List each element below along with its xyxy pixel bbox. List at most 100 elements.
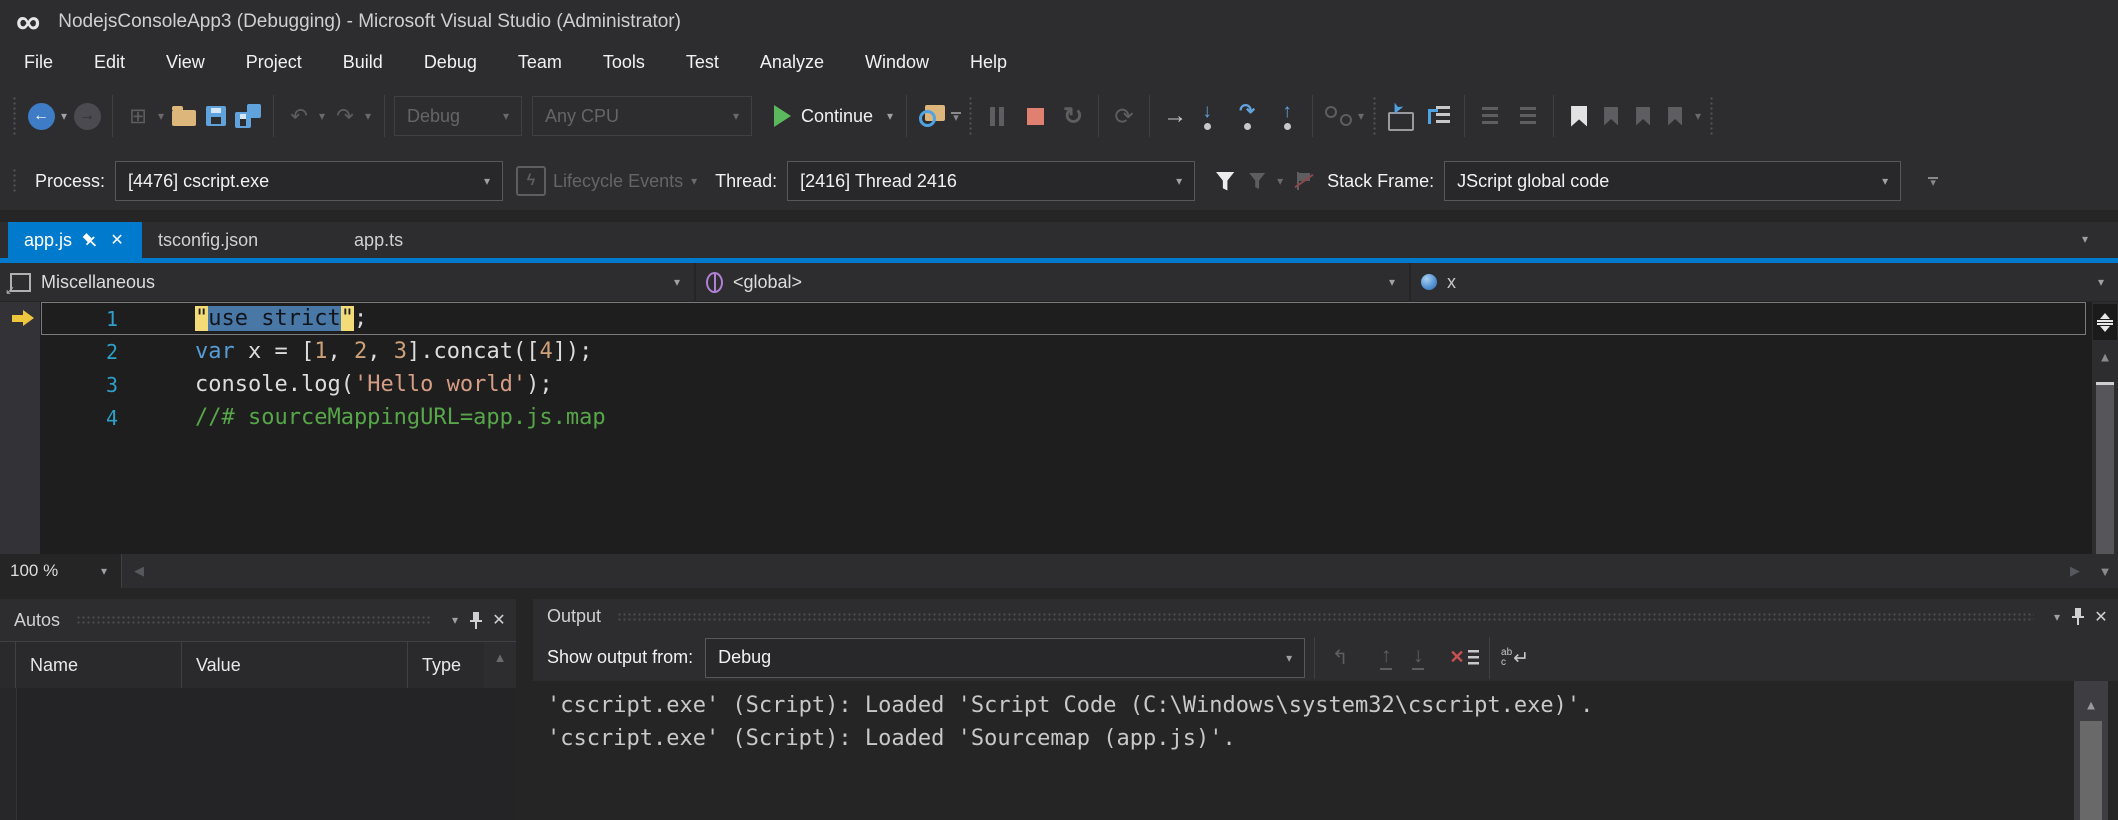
previous-bookmark-button[interactable]	[1595, 99, 1627, 133]
output-title-bar[interactable]: Output	[533, 599, 2118, 635]
undo-dropdown-icon[interactable]	[315, 109, 329, 123]
close-tab-icon[interactable]	[108, 231, 126, 249]
menu-build[interactable]: Build	[343, 52, 383, 73]
output-source-select[interactable]: Debug	[705, 637, 1306, 678]
vertical-scrollbar[interactable]: ▲	[2092, 302, 2118, 554]
tab-app-js[interactable]: app.js	[8, 222, 143, 258]
lifecycle-events-button[interactable]: Lifecycle Events	[553, 171, 683, 192]
output-scrollbar[interactable]	[2074, 681, 2108, 820]
close-panel-icon[interactable]	[2092, 608, 2110, 626]
stop-debugging-button[interactable]	[1019, 99, 1051, 133]
step-over-button[interactable]: ↷	[1231, 99, 1263, 133]
comment-lines-button[interactable]	[1512, 99, 1544, 133]
toolbar-grip[interactable]	[12, 96, 17, 136]
toolbar-overflow-button[interactable]	[948, 112, 964, 120]
thread-select[interactable]: [2416] Thread 2416	[787, 161, 1196, 201]
toolbar-grip[interactable]	[12, 168, 17, 194]
solution-configuration-select[interactable]: Debug	[394, 96, 522, 136]
filter-dropdown-icon[interactable]	[1273, 174, 1287, 188]
toggle-bookmark-button[interactable]	[1563, 99, 1595, 133]
menu-file[interactable]: File	[24, 52, 53, 73]
bookmarks-dropdown-icon[interactable]	[1691, 109, 1705, 123]
continue-button[interactable]: Continue	[801, 106, 873, 127]
column-header-name[interactable]: Name	[16, 642, 182, 688]
toolbar-grip[interactable]	[968, 96, 974, 136]
new-project-button[interactable]: ⊞	[122, 99, 154, 133]
autos-scrollbar[interactable]	[484, 642, 516, 688]
close-panel-icon[interactable]	[490, 611, 508, 629]
pin-tab-icon[interactable]	[81, 231, 99, 249]
show-threads-in-source-button[interactable]	[1385, 99, 1417, 133]
clear-bookmarks-button[interactable]	[1659, 99, 1691, 133]
menu-analyze[interactable]: Analyze	[760, 52, 824, 73]
type-dropdown[interactable]: <global>	[696, 263, 1411, 301]
zoom-level-select[interactable]: 100 %	[0, 554, 122, 588]
continue-dropdown-icon[interactable]	[883, 109, 897, 123]
horizontal-scrollbar-track[interactable]	[156, 554, 2058, 588]
clear-all-button[interactable]: ✕	[1448, 641, 1480, 675]
menu-edit[interactable]: Edit	[94, 52, 125, 73]
breakpoints-window-button[interactable]	[1322, 99, 1354, 133]
tab-tsconfig-json[interactable]: tsconfig.json	[142, 222, 316, 258]
column-header-type[interactable]: Type	[408, 642, 484, 688]
solution-platform-select[interactable]: Any CPU	[532, 96, 752, 136]
navigate-forward-button[interactable]: →	[71, 99, 103, 133]
autos-table-body[interactable]	[0, 688, 516, 820]
autos-title-bar[interactable]: Autos	[0, 599, 516, 641]
breakpoints-dropdown-icon[interactable]	[1354, 109, 1368, 123]
restart-button[interactable]: ↻	[1057, 99, 1089, 133]
save-button[interactable]	[200, 99, 232, 133]
menu-test[interactable]: Test	[686, 52, 719, 73]
breakpoint-margin[interactable]	[0, 302, 40, 554]
window-position-dropdown-icon[interactable]	[2050, 610, 2064, 624]
redo-button[interactable]: ↷	[329, 99, 361, 133]
undo-button[interactable]: ↶	[283, 99, 315, 133]
menu-help[interactable]: Help	[970, 52, 1007, 73]
scroll-down-icon[interactable]: ▼	[2092, 554, 2118, 588]
next-message-button[interactable]: ↓	[1402, 641, 1434, 675]
next-bookmark-button[interactable]	[1627, 99, 1659, 133]
tab-app-ts[interactable]: app.ts	[338, 222, 419, 258]
process-select[interactable]: [4476] cscript.exe	[115, 161, 504, 201]
redo-dropdown-icon[interactable]	[361, 109, 375, 123]
panel-drag-texture[interactable]	[76, 615, 432, 625]
scrollbar-thumb[interactable]	[2080, 721, 2102, 820]
panel-splitter[interactable]	[516, 599, 533, 820]
output-log[interactable]: 'cscript.exe' (Script): Loaded 'Script C…	[533, 681, 2118, 820]
menu-tools[interactable]: Tools	[603, 52, 645, 73]
member-dropdown[interactable]: x	[1411, 263, 2118, 301]
menu-team[interactable]: Team	[518, 52, 562, 73]
toggle-word-wrap-button[interactable]: ab c ↵	[1499, 641, 1531, 675]
menu-debug[interactable]: Debug	[424, 52, 477, 73]
toolbar-grip[interactable]	[1709, 96, 1715, 136]
menu-view[interactable]: View	[166, 52, 205, 73]
tab-list-dropdown-icon[interactable]	[2078, 232, 2092, 246]
scroll-left-icon[interactable]: ◀	[122, 554, 156, 588]
code-editor[interactable]: 1 "use strict"; 2 var x = [1, 2, 3].conc…	[0, 302, 2118, 554]
show-next-statement-button[interactable]: →	[1159, 99, 1191, 133]
previous-message-button[interactable]: ↑	[1370, 641, 1402, 675]
scrollbar-thumb[interactable]	[2096, 382, 2114, 554]
pin-panel-icon[interactable]	[470, 611, 482, 629]
panel-drag-texture[interactable]	[617, 611, 2034, 622]
filter-flagged-threads-icon[interactable]	[1241, 164, 1273, 198]
new-project-dropdown-icon[interactable]	[154, 109, 168, 123]
step-out-button[interactable]: ↑	[1271, 99, 1303, 133]
apply-code-changes-button[interactable]: ⟳	[1108, 99, 1140, 133]
toolbar-overflow-button[interactable]	[1925, 177, 1941, 185]
toggle-flagged-icon[interactable]	[1287, 164, 1319, 198]
stack-frame-select[interactable]: JScript global code	[1444, 161, 1902, 201]
break-all-button[interactable]	[981, 99, 1013, 133]
save-all-button[interactable]	[232, 99, 264, 133]
toolbar-grip[interactable]	[1372, 96, 1378, 136]
window-position-dropdown-icon[interactable]	[448, 613, 462, 627]
step-into-button[interactable]: ↓	[1191, 99, 1223, 133]
pin-panel-icon[interactable]	[2072, 608, 2084, 626]
editor-split-handle[interactable]	[2093, 304, 2117, 340]
scroll-up-icon[interactable]: ▲	[2092, 350, 2118, 365]
indent-lines-button[interactable]	[1474, 99, 1506, 133]
project-dropdown[interactable]: Miscellaneous	[0, 263, 696, 301]
scroll-right-icon[interactable]: ▶	[2058, 554, 2092, 588]
open-file-button[interactable]	[168, 99, 200, 133]
attach-to-process-button[interactable]	[916, 99, 948, 133]
